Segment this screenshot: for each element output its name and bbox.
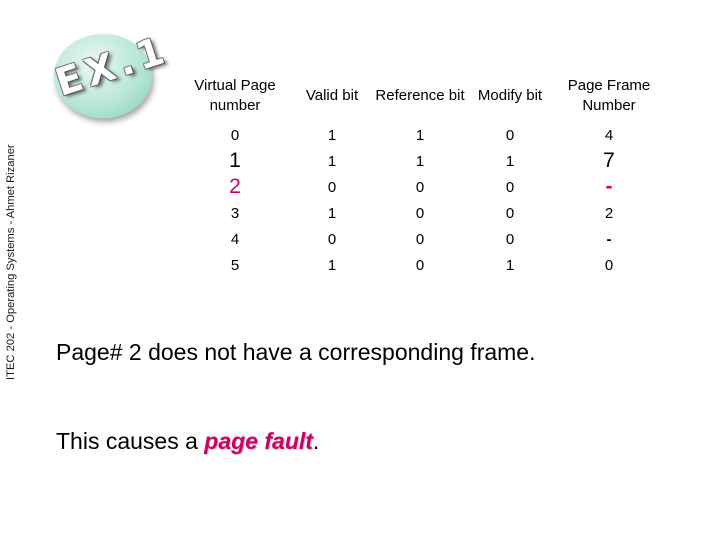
cell-modify: 0 — [505, 230, 515, 248]
cell-frame: 4 — [604, 126, 614, 144]
cell-reference: 0 — [415, 256, 425, 274]
cell-reference: 0 — [415, 178, 425, 196]
cell-frame: 7 — [603, 149, 615, 172]
cell-valid: 1 — [327, 152, 337, 170]
cell-modify: 0 — [505, 126, 515, 144]
cell-frame: 0 — [604, 256, 614, 274]
cell-vpn: 0 — [230, 126, 240, 144]
cell-modify: 1 — [505, 256, 515, 274]
line2-suffix: . — [312, 428, 320, 454]
cell-valid: 1 — [327, 204, 337, 222]
header-modify-bit: Modify bit — [477, 87, 543, 104]
header-reference-bit: Reference bit — [375, 87, 465, 104]
cell-frame: - — [606, 230, 612, 248]
table-row: 5 1 0 1 0 — [172, 252, 672, 278]
cell-frame: - — [605, 175, 613, 198]
cell-vpn: 4 — [230, 230, 240, 248]
table-row: 3 1 0 0 2 — [172, 200, 672, 226]
explanation-line-2: This causes a page fault. — [56, 428, 319, 455]
table-row-highlighted: 2 0 0 0 - — [172, 174, 672, 200]
cell-valid: 1 — [327, 256, 337, 274]
side-caption: ITEC 202 - Operating Systems - Ahmet Riz… — [5, 144, 17, 380]
cell-valid: 0 — [327, 230, 337, 248]
cell-valid: 0 — [327, 178, 337, 196]
cell-reference: 1 — [415, 152, 425, 170]
cell-valid: 1 — [327, 126, 337, 144]
table-row: 0 1 1 0 4 — [172, 122, 672, 148]
page-fault-emphasis: page fault — [204, 428, 313, 454]
example-badge: EX.1 — [48, 18, 174, 128]
cell-vpn: 2 — [229, 175, 241, 198]
cell-vpn: 1 — [229, 149, 241, 172]
table-row: 4 0 0 0 - — [172, 226, 672, 252]
explanation-line-1: Page# 2 does not have a corresponding fr… — [56, 339, 536, 365]
table-row: 1 1 1 1 7 — [172, 148, 672, 174]
header-virtual-page: Virtual Page number — [194, 77, 276, 114]
page-table: Virtual Page number Valid bit Reference … — [172, 70, 672, 278]
cell-reference: 0 — [415, 230, 425, 248]
cell-modify: 0 — [505, 178, 515, 196]
header-valid-bit: Valid bit — [305, 87, 359, 104]
header-page-frame: Page Frame Number — [567, 77, 651, 114]
cell-modify: 0 — [505, 204, 515, 222]
cell-reference: 1 — [415, 126, 425, 144]
cell-modify: 1 — [505, 152, 515, 170]
cell-frame: 2 — [604, 204, 614, 222]
cell-reference: 0 — [415, 204, 425, 222]
cell-vpn: 3 — [230, 204, 240, 222]
table-header-row: Virtual Page number Valid bit Reference … — [172, 70, 672, 122]
cell-vpn: 5 — [230, 256, 240, 274]
line2-prefix: This causes a — [56, 428, 205, 454]
